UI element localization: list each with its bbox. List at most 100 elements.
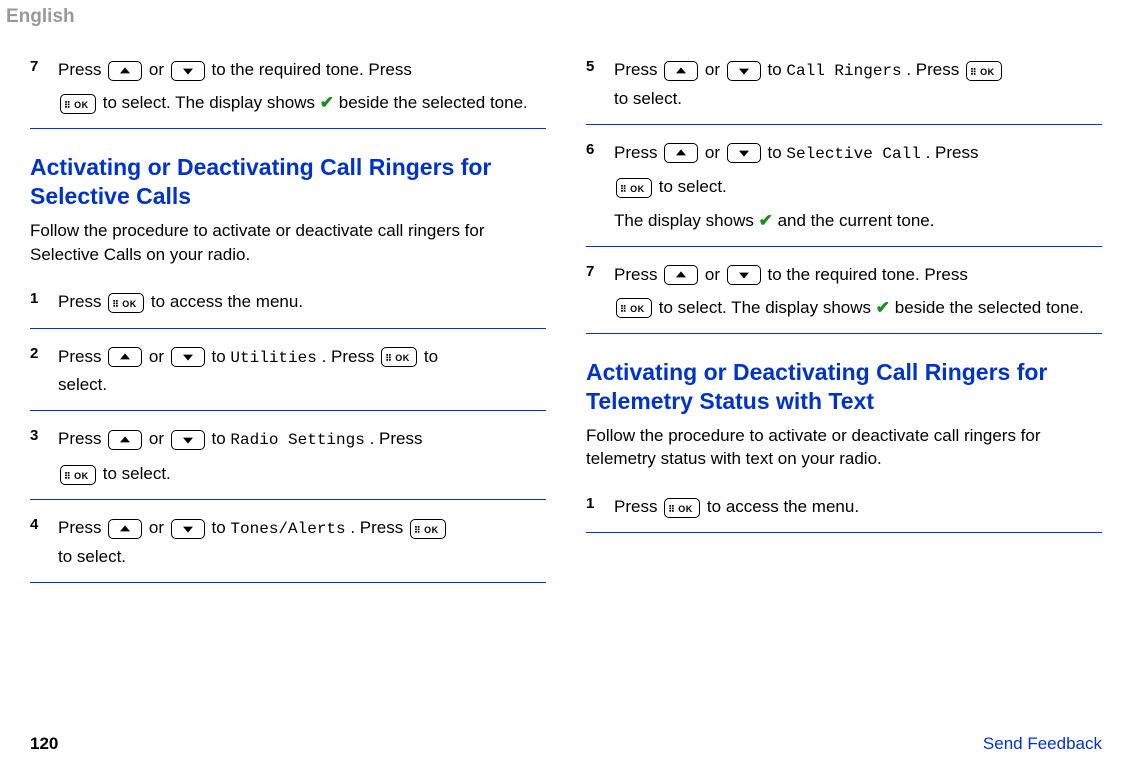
left-column: 7 Press or to the required tone. Press t… (30, 44, 546, 585)
ok-button-icon (381, 347, 417, 367)
text: . Press (350, 518, 408, 537)
text: Press (614, 265, 662, 284)
up-button-icon (108, 430, 142, 450)
down-button-icon (171, 430, 205, 450)
text: to (212, 518, 231, 537)
ok-button-icon (108, 293, 144, 313)
text: Press (58, 292, 106, 311)
text: to select. The display shows (103, 93, 320, 112)
text: Press (58, 518, 106, 537)
check-icon: ✔ (759, 211, 773, 230)
text: Press (614, 143, 662, 162)
step-body: Press or to Call Ringers . Press to sele… (614, 56, 1102, 112)
step-2: 2 Press or to Utilities . Press to selec… (30, 331, 546, 412)
text: to (212, 429, 231, 448)
step-body: Press or to Selective Call . Press to se… (614, 139, 1102, 234)
text: . Press (926, 143, 979, 162)
page-header-language: English (0, 0, 1132, 34)
text: The display shows (614, 211, 759, 230)
text: to access the menu. (707, 497, 859, 516)
text: . Press (322, 347, 380, 366)
step-7-top: 7 Press or to the required tone. Press t… (30, 44, 546, 129)
down-button-icon (171, 61, 205, 81)
check-icon: ✔ (876, 298, 890, 317)
up-button-icon (664, 61, 698, 81)
text: or (149, 518, 169, 537)
step-body: Press or to Radio Settings . Press to se… (58, 425, 546, 487)
check-icon: ✔ (320, 93, 334, 112)
text: . Press (906, 60, 964, 79)
right-column: 5 Press or to Call Ringers . Press to se… (586, 44, 1102, 585)
step-body: Press or to the required tone. Press to … (614, 261, 1102, 321)
step-body: Press to access the menu. (614, 493, 1102, 520)
text: . Press (370, 429, 423, 448)
ok-button-icon (616, 298, 652, 318)
text: to (768, 143, 787, 162)
text: to select. (58, 547, 126, 566)
step-1: 1 Press to access the menu. (30, 276, 546, 328)
ok-button-icon (410, 519, 446, 539)
ok-button-icon (664, 498, 700, 518)
ok-button-icon (966, 61, 1002, 81)
text: or (149, 60, 169, 79)
step-body: Press or to Tones/Alerts . Press to sele… (58, 514, 546, 570)
text: to (424, 347, 438, 366)
text: and the current tone. (778, 211, 935, 230)
menu-item-tones-alerts: Tones/Alerts (230, 520, 345, 538)
text: or (705, 60, 725, 79)
text: Press (58, 347, 106, 366)
ok-button-icon (616, 178, 652, 198)
down-button-icon (727, 143, 761, 163)
text: beside the selected tone. (895, 298, 1084, 317)
text: to (768, 60, 787, 79)
step-number: 7 (30, 56, 58, 116)
text: or (705, 143, 725, 162)
text: to select. (614, 89, 682, 108)
down-button-icon (171, 347, 205, 367)
text: to (212, 347, 231, 366)
step-4: 4 Press or to Tones/Alerts . Press to se… (30, 502, 546, 583)
section-intro: Follow the procedure to activate or deac… (30, 219, 546, 267)
page-number: 120 (30, 734, 58, 754)
step-number: 1 (30, 288, 58, 315)
send-feedback-link[interactable]: Send Feedback (983, 734, 1102, 754)
up-button-icon (108, 347, 142, 367)
text: or (705, 265, 725, 284)
text: to select. (103, 464, 171, 483)
section-heading-selective-calls: Activating or Deactivating Call Ringers … (30, 153, 546, 211)
menu-item-selective-call: Selective Call (786, 145, 920, 163)
section-intro: Follow the procedure to activate or deac… (586, 424, 1102, 472)
step-body: Press or to the required tone. Press to … (58, 56, 546, 116)
text: to select. (659, 177, 727, 196)
step-3: 3 Press or to Radio Settings . Press to … (30, 413, 546, 500)
step-number: 2 (30, 343, 58, 399)
text: Press (614, 60, 662, 79)
down-button-icon (727, 61, 761, 81)
text: or (149, 429, 169, 448)
step-body: Press to access the menu. (58, 288, 546, 315)
up-button-icon (664, 143, 698, 163)
menu-item-call-ringers: Call Ringers (786, 62, 901, 80)
menu-item-utilities: Utilities (230, 349, 316, 367)
text: to the required tone. Press (212, 60, 412, 79)
up-button-icon (664, 265, 698, 285)
ok-button-icon (60, 94, 96, 114)
step-number: 1 (586, 493, 614, 520)
text: to access the menu. (151, 292, 303, 311)
text: Press (58, 429, 106, 448)
down-button-icon (727, 265, 761, 285)
text: or (149, 347, 169, 366)
step-5: 5 Press or to Call Ringers . Press to se… (586, 44, 1102, 125)
step-number: 7 (586, 261, 614, 321)
text: to the required tone. Press (768, 265, 968, 284)
ok-button-icon (60, 465, 96, 485)
step-number: 5 (586, 56, 614, 112)
text: beside the selected tone. (339, 93, 528, 112)
up-button-icon (108, 61, 142, 81)
up-button-icon (108, 519, 142, 539)
section-heading-telemetry: Activating or Deactivating Call Ringers … (586, 358, 1102, 416)
step-number: 6 (586, 139, 614, 234)
text: to select. The display shows (659, 298, 876, 317)
text: Press (58, 60, 106, 79)
text: Press (614, 497, 662, 516)
